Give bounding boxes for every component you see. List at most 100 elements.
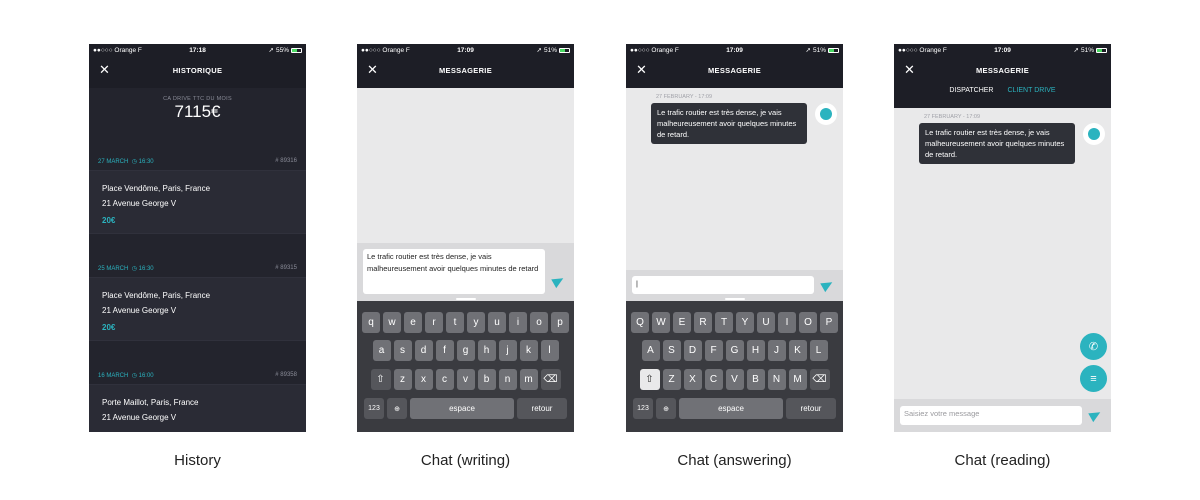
key-v[interactable]: V bbox=[725, 369, 744, 390]
key-s[interactable]: s bbox=[393, 340, 412, 361]
key-n[interactable]: N bbox=[767, 369, 786, 390]
key-y[interactable]: y bbox=[467, 312, 485, 333]
shift-icon[interactable]: ⇧ bbox=[370, 369, 391, 390]
key-e[interactable]: e bbox=[404, 312, 422, 333]
caption-chat-reading: Chat (reading) bbox=[954, 452, 1051, 469]
ride-card[interactable]: Place Vendôme, Paris, France 21 Avenue G… bbox=[89, 277, 306, 341]
page-title: HISTORIQUE bbox=[172, 66, 223, 75]
ride-date: 16 MARCH bbox=[98, 372, 129, 379]
key-j[interactable]: j bbox=[498, 340, 517, 361]
key-n[interactable]: n bbox=[498, 369, 517, 390]
key-d[interactable]: D bbox=[683, 340, 702, 361]
page-title: MESSAGERIE bbox=[438, 66, 492, 75]
battery-icon bbox=[291, 47, 302, 53]
nav-bar: ✕ HISTORIQUE bbox=[89, 56, 306, 88]
ride-card[interactable]: Porte Maillot, Paris, France 21 Avenue G… bbox=[89, 384, 306, 432]
key-f[interactable]: F bbox=[704, 340, 723, 361]
key-e[interactable]: E bbox=[673, 312, 691, 333]
backspace-icon[interactable]: ⌫ bbox=[540, 369, 561, 390]
backspace-icon[interactable]: ⌫ bbox=[809, 369, 830, 390]
key-g[interactable]: G bbox=[725, 340, 744, 361]
key-i[interactable]: i bbox=[509, 312, 527, 333]
status-time: 17:18 bbox=[189, 46, 206, 54]
key-a[interactable]: A bbox=[641, 340, 660, 361]
send-icon[interactable] bbox=[551, 273, 566, 289]
key-r[interactable]: R bbox=[694, 312, 712, 333]
key-v[interactable]: v bbox=[456, 369, 475, 390]
battery-icon bbox=[1096, 47, 1107, 53]
ride-number: # 89315 bbox=[275, 265, 297, 271]
message-input[interactable]: Saisiez votre message bbox=[900, 406, 1082, 425]
key-d[interactable]: d bbox=[414, 340, 433, 361]
history-screen: ●●○○○ Orange F 17:18 ➚ 55% ✕ HISTORIQUE C… bbox=[89, 44, 306, 432]
key-c[interactable]: C bbox=[704, 369, 723, 390]
key-y[interactable]: Y bbox=[736, 312, 754, 333]
compose-bar: Saisiez votre message bbox=[894, 399, 1111, 432]
key-k[interactable]: k bbox=[519, 340, 538, 361]
key-c[interactable]: c bbox=[435, 369, 454, 390]
shift-icon[interactable]: ⇧ bbox=[639, 369, 660, 390]
key-z[interactable]: Z bbox=[662, 369, 681, 390]
key-j[interactable]: J bbox=[767, 340, 786, 361]
key-x[interactable]: x bbox=[414, 369, 433, 390]
globe-icon[interactable]: ⊕ bbox=[656, 398, 676, 419]
numbers-key[interactable]: 123 bbox=[364, 398, 384, 419]
key-t[interactable]: t bbox=[446, 312, 464, 333]
key-a[interactable]: a bbox=[372, 340, 391, 361]
send-icon[interactable] bbox=[1088, 407, 1103, 423]
page-title: MESSAGERIE bbox=[707, 66, 761, 75]
key-o[interactable]: O bbox=[799, 312, 817, 333]
space-key[interactable]: espace bbox=[679, 398, 783, 419]
key-g[interactable]: g bbox=[456, 340, 475, 361]
compose-bar: Le trafic routier est très dense, je vai… bbox=[357, 243, 574, 301]
key-s[interactable]: S bbox=[662, 340, 681, 361]
key-m[interactable]: M bbox=[788, 369, 807, 390]
key-f[interactable]: f bbox=[435, 340, 454, 361]
space-key[interactable]: espace bbox=[410, 398, 514, 419]
key-p[interactable]: P bbox=[820, 312, 838, 333]
location-icon: ➚ bbox=[805, 47, 811, 54]
message-timestamp: 27 FEBRUARY - 17:09 bbox=[656, 94, 713, 100]
tab-client-drive[interactable]: CLIENT DRIVE bbox=[1007, 87, 1055, 94]
key-b[interactable]: b bbox=[477, 369, 496, 390]
battery-icon bbox=[559, 47, 570, 53]
tab-dispatcher[interactable]: DISPATCHER bbox=[949, 87, 993, 94]
return-key[interactable]: retour bbox=[517, 398, 567, 419]
key-w[interactable]: w bbox=[383, 312, 401, 333]
caption-chat-answering: Chat (answering) bbox=[677, 452, 792, 469]
key-p[interactable]: p bbox=[551, 312, 569, 333]
message-input[interactable]: Le trafic routier est très dense, je vai… bbox=[363, 249, 545, 294]
clock-icon: ◷ bbox=[131, 372, 137, 379]
nav-bar: ✕ MESSAGERIE bbox=[357, 56, 574, 88]
phone-call-button[interactable]: ✆ bbox=[1080, 333, 1107, 360]
status-time: 17:09 bbox=[726, 46, 743, 54]
key-l[interactable]: l bbox=[540, 340, 559, 361]
key-z[interactable]: z bbox=[393, 369, 412, 390]
send-icon[interactable] bbox=[820, 277, 835, 293]
key-l[interactable]: L bbox=[809, 340, 828, 361]
key-u[interactable]: U bbox=[757, 312, 775, 333]
key-k[interactable]: K bbox=[788, 340, 807, 361]
numbers-key[interactable]: 123 bbox=[633, 398, 653, 419]
key-u[interactable]: u bbox=[488, 312, 506, 333]
message-input[interactable]: | bbox=[632, 276, 814, 294]
key-o[interactable]: o bbox=[530, 312, 548, 333]
notes-button[interactable]: ≡ bbox=[1080, 365, 1107, 392]
key-q[interactable]: Q bbox=[631, 312, 649, 333]
key-h[interactable]: H bbox=[746, 340, 765, 361]
key-i[interactable]: I bbox=[778, 312, 796, 333]
status-time: 17:09 bbox=[457, 46, 474, 54]
key-h[interactable]: h bbox=[477, 340, 496, 361]
return-key[interactable]: retour bbox=[786, 398, 836, 419]
key-m[interactable]: m bbox=[519, 369, 538, 390]
key-r[interactable]: r bbox=[425, 312, 443, 333]
ride-card[interactable]: Place Vendôme, Paris, France 21 Avenue G… bbox=[89, 170, 306, 234]
key-x[interactable]: X bbox=[683, 369, 702, 390]
key-q[interactable]: q bbox=[362, 312, 380, 333]
key-b[interactable]: B bbox=[746, 369, 765, 390]
key-t[interactable]: T bbox=[715, 312, 733, 333]
message-timestamp: 27 FEBRUARY - 17:09 bbox=[924, 114, 981, 120]
notes-icon: ≡ bbox=[1090, 372, 1097, 385]
key-w[interactable]: W bbox=[652, 312, 670, 333]
globe-icon[interactable]: ⊕ bbox=[387, 398, 407, 419]
